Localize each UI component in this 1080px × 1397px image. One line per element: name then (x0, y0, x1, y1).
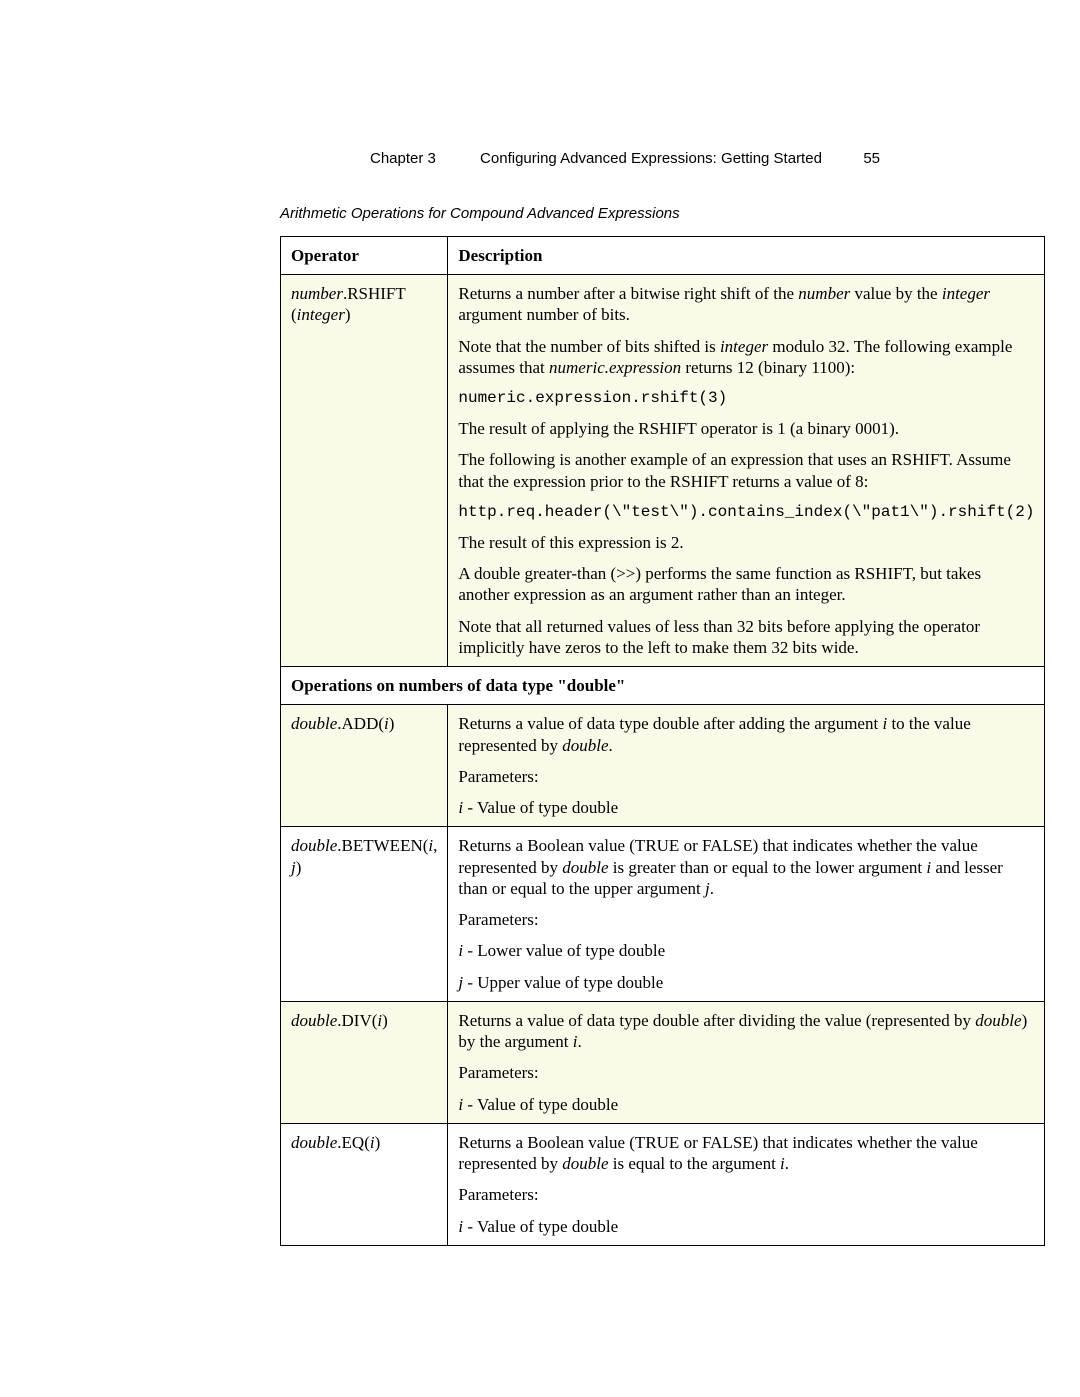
description-between: Returns a Boolean value (TRUE or FALSE) … (448, 827, 1045, 1002)
row-div: double.DIV(i) Returns a value of data ty… (281, 1001, 1045, 1123)
rshift-p6: A double greater-than (>>) performs the … (458, 563, 1034, 606)
row-section-double: Operations on numbers of data type "doub… (281, 667, 1045, 705)
row-add: double.ADD(i) Returns a value of data ty… (281, 705, 1045, 827)
rshift-code2: http.req.header(\"test\").contains_index… (458, 502, 1034, 522)
rshift-code1: numeric.expression.rshift(3) (458, 388, 1034, 408)
div-p2: Parameters: (458, 1062, 1034, 1083)
description-eq: Returns a Boolean value (TRUE or FALSE) … (448, 1123, 1045, 1245)
div-p3: i - Value of type double (458, 1094, 1034, 1115)
col-description: Description (448, 236, 1045, 274)
rshift-p3: The result of applying the RSHIFT operat… (458, 418, 1034, 439)
between-p4: j - Upper value of type double (458, 972, 1034, 993)
eq-p2: Parameters: (458, 1184, 1034, 1205)
row-between: double.BETWEEN(i, j) Returns a Boolean v… (281, 827, 1045, 1002)
description-rshift: Returns a number after a bitwise right s… (448, 275, 1045, 667)
chapter-title: Configuring Advanced Expressions: Gettin… (480, 150, 822, 167)
eq-p3: i - Value of type double (458, 1216, 1034, 1237)
row-eq: double.EQ(i) Returns a Boolean value (TR… (281, 1123, 1045, 1245)
operator-rshift: number.RSHIFT (integer) (281, 275, 448, 667)
between-p3: i - Lower value of type double (458, 940, 1034, 961)
between-p2: Parameters: (458, 909, 1034, 930)
table-header-row: Operator Description (281, 236, 1045, 274)
description-add: Returns a value of data type double afte… (448, 705, 1045, 827)
description-div: Returns a value of data type double afte… (448, 1001, 1045, 1123)
page-header: Chapter 3 Configuring Advanced Expressio… (280, 150, 880, 169)
rshift-p7: Note that all returned values of less th… (458, 616, 1034, 659)
page: Chapter 3 Configuring Advanced Expressio… (0, 0, 1080, 1397)
page-number: 55 (863, 150, 880, 169)
chapter-label: Chapter 3 (370, 150, 436, 167)
add-p3: i - Value of type double (458, 797, 1034, 818)
rshift-p5: The result of this expression is 2. (458, 532, 1034, 553)
operator-add: double.ADD(i) (281, 705, 448, 827)
div-p1: Returns a value of data type double afte… (458, 1010, 1034, 1053)
col-operator: Operator (281, 236, 448, 274)
rshift-p4: The following is another example of an e… (458, 449, 1034, 492)
rshift-p1: Returns a number after a bitwise right s… (458, 283, 1034, 326)
add-p1: Returns a value of data type double afte… (458, 713, 1034, 756)
table-caption: Arithmetic Operations for Compound Advan… (280, 205, 880, 224)
eq-p1: Returns a Boolean value (TRUE or FALSE) … (458, 1132, 1034, 1175)
section-heading: Operations on numbers of data type "doub… (281, 667, 1045, 705)
operator-div: double.DIV(i) (281, 1001, 448, 1123)
row-rshift: number.RSHIFT (integer) Returns a number… (281, 275, 1045, 667)
rshift-p2: Note that the number of bits shifted is … (458, 336, 1034, 379)
between-p1: Returns a Boolean value (TRUE or FALSE) … (458, 835, 1034, 899)
operator-eq: double.EQ(i) (281, 1123, 448, 1245)
operations-table: Operator Description number.RSHIFT (inte… (280, 236, 1045, 1246)
operator-between: double.BETWEEN(i, j) (281, 827, 448, 1002)
add-p2: Parameters: (458, 766, 1034, 787)
